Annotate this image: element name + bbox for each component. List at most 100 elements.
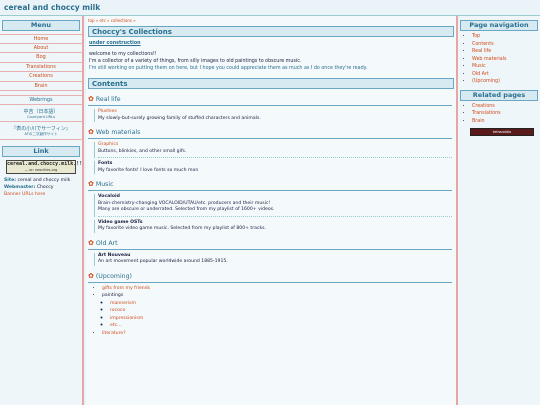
related-item-brain[interactable]: Brain xyxy=(472,118,540,126)
link-badge-text: cereal.and.choccy.milk.!! xyxy=(7,161,83,167)
section-music: ✿ Music xyxy=(88,180,452,191)
breadcrumb[interactable]: top » etc » collections » xyxy=(86,16,138,25)
webmaster-name: Choccy xyxy=(36,185,54,190)
entry-art-nouveau: Art Nouveau An art movement popular worl… xyxy=(94,252,452,266)
site-info: Site: cereal and choccy milk Webmaster: … xyxy=(4,177,82,198)
nav-item-music[interactable]: Music xyxy=(472,63,540,71)
list-item[interactable]: literature? xyxy=(102,330,452,338)
nav-item-upcoming[interactable]: (Upcoming) xyxy=(472,78,540,86)
site-link-badge[interactable]: cereal.and.choccy.milk.!! — on neocities… xyxy=(6,160,83,174)
section-old-art-title: Old Art xyxy=(95,239,118,247)
section-mark-icon: ✿ xyxy=(88,238,94,247)
webring-2[interactable]: 『表の小川でサーフィン』 ATの二次創作サイト xyxy=(0,125,82,140)
nav-link-real-life[interactable]: Real life xyxy=(472,49,491,54)
nav-link-top[interactable]: Top xyxy=(472,34,480,39)
entry-fonts-desc: My favorite fonts! I love fonts so much … xyxy=(98,167,199,173)
webring-2-sub: ATの二次創作サイト xyxy=(24,132,58,136)
nav-link-upcoming[interactable]: (Upcoming) xyxy=(472,79,500,84)
related-item-creations[interactable]: Creations xyxy=(472,103,540,111)
menu-item-brain[interactable]: Brain xyxy=(0,82,82,91)
page-nav-list: Top Contents Real life Web materials Mus… xyxy=(472,33,540,86)
section-upcoming: ✿ (Upcoming) xyxy=(88,272,452,283)
nav-item-web-materials[interactable]: Web materials xyxy=(472,56,540,64)
top-bar: cereal and choccy milk xyxy=(0,0,540,16)
site-name: cereal and choccy milk xyxy=(17,178,71,183)
upcoming-item-literature[interactable]: literature? xyxy=(102,331,126,336)
section-upcoming-title: (Upcoming) xyxy=(95,272,132,280)
section-mark-icon: ✿ xyxy=(88,271,94,280)
entry-graphics-desc: Buttons, blinkies, and other small gifs. xyxy=(98,148,187,154)
nav-item-real-life[interactable]: Real life xyxy=(472,48,540,56)
webrings-label: Webrings xyxy=(0,95,82,105)
related-header: Related pages xyxy=(460,89,538,101)
menu-header: Menu xyxy=(2,20,80,31)
section-real-life: ✿ Real life xyxy=(88,95,452,106)
link-badge-sub: — on neocities.org xyxy=(24,168,58,172)
webring-2-title[interactable]: 『表の小川でサーフィン』 xyxy=(0,125,82,132)
upcoming-list: gifts from my friends paintings manneris… xyxy=(100,285,452,338)
nav-link-contents[interactable]: Contents xyxy=(472,42,494,47)
related-link-brain[interactable]: Brain xyxy=(472,119,485,124)
entry-fonts: Fonts My favorite fonts! I love fonts so… xyxy=(94,161,452,174)
page-nav-header: Page navigation xyxy=(460,20,538,31)
section-music-title: Music xyxy=(95,181,114,188)
menu-item-bog[interactable]: Bog xyxy=(0,53,82,63)
list-item: paintings mannerism rococo impressionism… xyxy=(102,292,452,330)
upcoming-sub-etc[interactable]: etc... xyxy=(110,323,122,328)
main-content: top » etc » collections » Choccy's Colle… xyxy=(86,16,456,405)
webring-1[interactable]: 中吉（日本語） Courtyard URLs xyxy=(0,108,82,122)
right-sidebar: Page navigation Top Contents Real life W… xyxy=(456,16,540,405)
list-item[interactable]: impressionism xyxy=(110,315,452,323)
entry-vocaloid: Vocaloid Brain-chemistry-changing VOCALO… xyxy=(94,194,452,217)
main-menu: Home About Bog Translations Creations Br… xyxy=(0,34,82,91)
banner-urls-link[interactable]: Banner URLs here xyxy=(4,192,45,197)
related-link-creations[interactable]: Creations xyxy=(472,104,495,109)
entry-vocaloid-desc-2: Many are obscure or underrated. Selected… xyxy=(98,207,275,212)
upcoming-item-paintings: paintings xyxy=(102,293,124,298)
intro-line-1: welcome to my collections!! xyxy=(89,52,157,57)
entry-plushies-desc: My slowly-but-surely growing family of s… xyxy=(98,115,261,121)
tetrazoidia-badge[interactable]: tetrazoidia xyxy=(470,128,534,136)
menu-item-creations[interactable]: Creations xyxy=(0,72,82,82)
nav-link-web-materials[interactable]: Web materials xyxy=(472,57,507,62)
section-mark-icon: ✿ xyxy=(88,128,94,136)
upcoming-sub-rococo[interactable]: rococo xyxy=(110,308,125,313)
entry-art-nouveau-desc: An art movement popular worldwide around… xyxy=(98,259,228,264)
page-title: Choccy's Collections xyxy=(88,26,454,37)
list-item[interactable]: etc... xyxy=(110,322,452,330)
link-header: Link xyxy=(2,146,80,157)
upcoming-sub-mannerism[interactable]: mannerism xyxy=(110,301,136,306)
nav-link-old-art[interactable]: Old Art xyxy=(472,72,489,77)
intro-line-3: I'm still working on putting them on her… xyxy=(89,66,368,71)
section-mark-icon: ✿ xyxy=(88,95,94,103)
section-real-life-title: Real life xyxy=(95,96,121,103)
nav-item-contents[interactable]: Contents xyxy=(472,41,540,49)
entry-plushies: Plushies My slowly-but-surely growing fa… xyxy=(94,109,452,122)
section-web-materials: ✿ Web materials xyxy=(88,128,452,139)
contents-title: Contents xyxy=(88,78,454,89)
nav-link-music[interactable]: Music xyxy=(472,64,486,69)
intro-text: under construction welcome to my collect… xyxy=(86,37,456,75)
left-sidebar: Menu Home About Bog Translations Creatio… xyxy=(0,16,84,405)
entry-vgost-desc: My favorite video game music. Selected f… xyxy=(98,226,266,231)
section-mark-icon: ✿ xyxy=(88,180,94,188)
section-old-art: ✿ Old Art xyxy=(88,239,452,250)
list-item[interactable]: rococo xyxy=(110,307,452,315)
list-item[interactable]: mannerism xyxy=(110,300,452,308)
site-title[interactable]: cereal and choccy milk xyxy=(4,3,100,12)
list-item[interactable]: gifts from my friends xyxy=(102,285,452,293)
webmaster-label: Webmaster: xyxy=(4,185,36,190)
related-link-translations[interactable]: Translations xyxy=(472,111,501,116)
webring-1-title[interactable]: 中吉（日本語） xyxy=(0,108,82,115)
upcoming-sub-impressionism[interactable]: impressionism xyxy=(110,316,143,321)
related-item-translations[interactable]: Translations xyxy=(472,110,540,118)
menu-item-translations[interactable]: Translations xyxy=(0,63,82,72)
menu-item-about[interactable]: About xyxy=(0,44,82,53)
nav-item-top[interactable]: Top xyxy=(472,33,540,41)
webring-1-sub: Courtyard URLs xyxy=(26,115,56,119)
under-construction-label: under construction xyxy=(89,41,141,46)
section-web-materials-title: Web materials xyxy=(95,129,141,136)
nav-item-old-art[interactable]: Old Art xyxy=(472,71,540,79)
menu-item-home[interactable]: Home xyxy=(0,34,82,44)
upcoming-item-gifts[interactable]: gifts from my friends xyxy=(102,286,150,291)
